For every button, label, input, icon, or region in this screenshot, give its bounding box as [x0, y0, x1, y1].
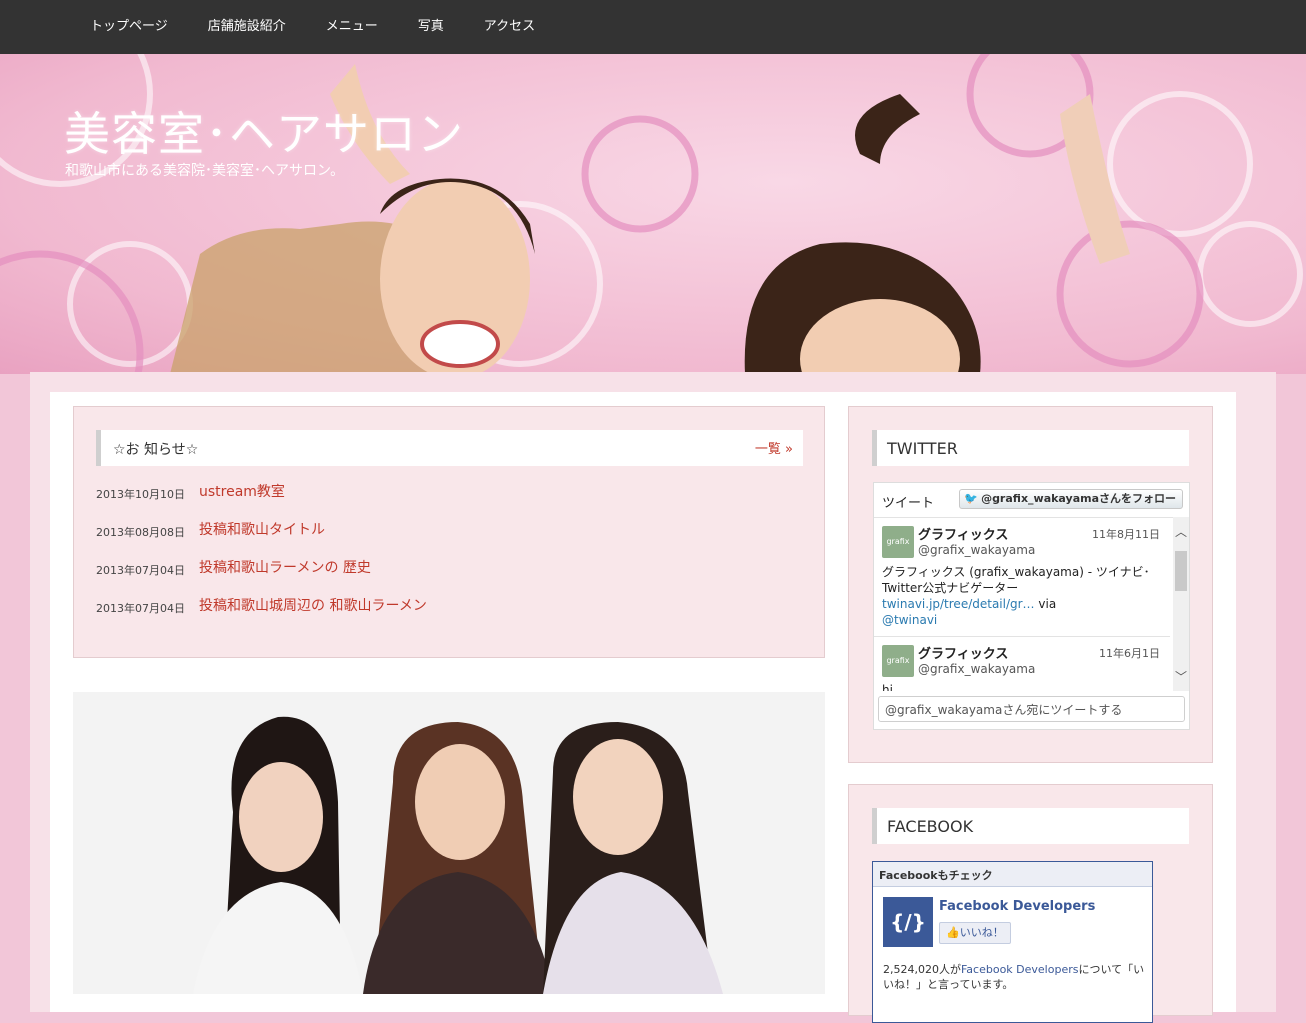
tweet-author-name[interactable]: グラフィックス	[918, 643, 1008, 662]
nav-item-access[interactable]: アクセス	[464, 0, 555, 54]
twitter-scrollbar[interactable]: ︿ ﹀	[1173, 517, 1189, 691]
news-date: 2013年08月08日	[96, 526, 185, 539]
avatar[interactable]: grafix	[882, 645, 914, 677]
like-count-page-link[interactable]: Facebook Developers	[961, 963, 1079, 976]
news-link[interactable]: 投稿和歌山ラーメンの 歴史	[199, 557, 371, 577]
tweet-text: hi	[882, 683, 893, 691]
nav-item-top[interactable]: トップページ	[70, 0, 188, 54]
tweet-date[interactable]: 11年8月11日	[1092, 526, 1160, 542]
tweet[interactable]: grafix グラフィックス @grafix_wakayama 11年6月1日 …	[874, 637, 1170, 691]
news-header: ☆お 知らせ☆ 一覧 »	[96, 430, 803, 466]
twitter-widget-header: TWITTER	[872, 430, 1189, 466]
chevron-up-icon[interactable]: ︿	[1173, 523, 1189, 540]
site-title[interactable]: 美容室･ヘアサロン	[64, 98, 464, 164]
tweet-date[interactable]: 11年6月1日	[1099, 645, 1160, 661]
twitter-timeline-label: ツイート	[882, 496, 935, 511]
tweet-text-body: グラフィックス (grafix_wakayama) - ツイナビ･Twitter…	[882, 565, 1150, 595]
twitter-bird-icon: 🐦	[964, 492, 979, 505]
tweet[interactable]: grafix グラフィックス @grafix_wakayama 11年8月11日…	[874, 518, 1170, 637]
site-description: 和歌山市にある美容院･美容室･ヘアサロン。	[65, 163, 345, 179]
twitter-follow-button[interactable]: 🐦 @grafix_wakayamaさんをフォロー	[959, 489, 1183, 509]
facebook-like-count: 2,524,020人がFacebook Developersについて「いいね！」…	[883, 962, 1145, 992]
header-banner: 美容室･ヘアサロン 和歌山市にある美容院･美容室･ヘアサロン。	[0, 54, 1306, 374]
thumbs-up-icon: 👍	[946, 926, 960, 939]
news-link[interactable]: 投稿和歌山タイトル	[199, 519, 325, 539]
facebook-widget-header: FACEBOOK	[872, 808, 1189, 844]
facebook-widget-title: FACEBOOK	[887, 817, 974, 836]
news-date: 2013年07月04日	[96, 564, 185, 577]
twitter-widget-title: TWITTER	[887, 439, 958, 458]
tweet-text-via: via	[1034, 597, 1057, 611]
tweet-reply-input[interactable]: @grafix_wakayamaさん宛にツイートする	[878, 696, 1185, 722]
tweet-text: グラフィックス (grafix_wakayama) - ツイナビ･Twitter…	[882, 564, 1162, 628]
facebook-widget: FACEBOOK Facebookもチェック {/} Facebook Deve…	[848, 784, 1213, 1023]
nav-item-menu[interactable]: メニュー	[306, 0, 398, 54]
facebook-like-box: Facebookもチェック {/} Facebook Developers 👍い…	[872, 861, 1153, 1023]
facebook-box-header: Facebookもチェック	[873, 862, 1152, 887]
news-date: 2013年07月04日	[96, 602, 185, 615]
news-section: ☆お 知らせ☆ 一覧 » 2013年10月10日 ustream教室 2013年…	[73, 406, 825, 658]
like-count-prefix: 2,524,020人が	[883, 963, 961, 976]
twitter-follow-label: @grafix_wakayamaさんをフォロー	[981, 492, 1176, 505]
salon-photo	[73, 692, 825, 994]
news-link[interactable]: 投稿和歌山城周辺の 和歌山ラーメン	[199, 595, 427, 615]
facebook-like-label: いいね！	[959, 926, 1004, 939]
facebook-like-button[interactable]: 👍いいね！	[939, 922, 1011, 944]
tweet-author-handle[interactable]: @grafix_wakayama	[918, 662, 1035, 676]
top-navigation: トップページ 店舗施設紹介 メニュー 写真 アクセス	[0, 0, 1306, 54]
tweet-author-handle[interactable]: @grafix_wakayama	[918, 543, 1035, 557]
avatar[interactable]: grafix	[882, 526, 914, 558]
news-title: ☆お 知らせ☆	[113, 442, 199, 458]
chevron-down-icon[interactable]: ﹀	[1173, 668, 1189, 685]
nav-item-facilities[interactable]: 店舗施設紹介	[188, 0, 306, 54]
scrollbar-thumb[interactable]	[1175, 551, 1187, 591]
tweet-link[interactable]: twinavi.jp/tree/detail/gr…	[882, 597, 1035, 611]
facebook-page-name[interactable]: Facebook Developers	[939, 899, 1095, 914]
news-link[interactable]: ustream教室	[199, 481, 285, 501]
twitter-timeline-header: ツイート 🐦 @grafix_wakayamaさんをフォロー	[874, 483, 1189, 518]
facebook-developers-logo-icon[interactable]: {/}	[883, 897, 933, 947]
news-more-link[interactable]: 一覧 »	[755, 438, 793, 457]
twitter-timeline: ツイート 🐦 @grafix_wakayamaさんをフォロー grafix グラフ…	[873, 482, 1190, 730]
tweet-mention[interactable]: @twinavi	[882, 613, 937, 627]
twitter-widget: TWITTER ツイート 🐦 @grafix_wakayamaさんをフォロー gr…	[848, 406, 1213, 763]
nav-item-photos[interactable]: 写真	[398, 0, 464, 54]
three-women-illustration	[193, 716, 723, 994]
tweet-author-name[interactable]: グラフィックス	[918, 524, 1008, 543]
news-date: 2013年10月10日	[96, 488, 185, 501]
facebook-box-title: Facebookもチェック	[879, 869, 993, 882]
